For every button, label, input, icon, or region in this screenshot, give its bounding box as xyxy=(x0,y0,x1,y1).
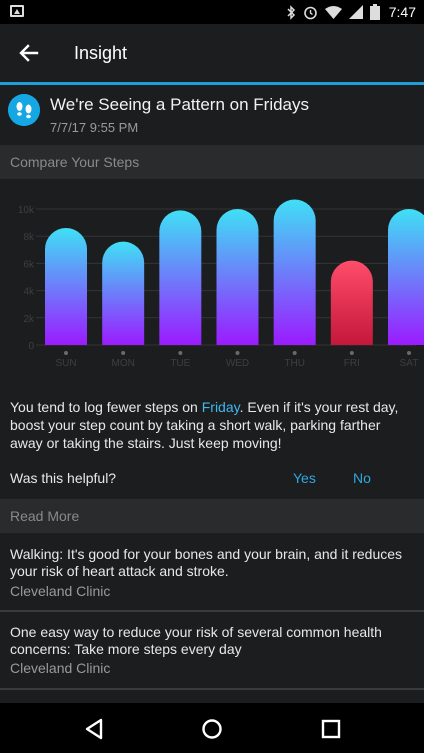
x-tick-dot xyxy=(292,351,297,355)
x-tick-dot xyxy=(178,351,183,355)
helpful-question: Was this helpful? xyxy=(10,470,117,486)
y-tick-label: 2k xyxy=(23,314,35,325)
signal-icon xyxy=(349,5,363,19)
x-tick-dot xyxy=(121,351,126,355)
y-tick-label: 4k xyxy=(23,287,35,298)
article-item[interactable]: One easy way to reduce your risk of seve… xyxy=(0,624,424,688)
nav-home-icon[interactable] xyxy=(197,714,227,744)
x-tick-label-sat: SAT xyxy=(400,358,419,369)
x-tick-label-tue: TUE xyxy=(170,358,190,369)
message-before: You tend to log fewer steps on xyxy=(10,399,202,415)
y-tick-label: 8k xyxy=(23,232,35,243)
bar-mon xyxy=(102,241,145,345)
status-icons xyxy=(286,3,380,21)
page-title: Insight xyxy=(74,43,128,63)
alarm-icon xyxy=(304,6,317,19)
list-divider xyxy=(0,688,424,690)
yes-button[interactable]: Yes xyxy=(293,470,316,486)
insight-title: We're Seeing a Pattern on Fridays xyxy=(50,95,310,114)
insight-header: We're Seeing a Pattern on Fridays 7/7/17… xyxy=(0,85,424,145)
compare-section-label: Compare Your Steps xyxy=(10,154,140,170)
x-tick-dot xyxy=(235,351,240,355)
app-bar: Insight xyxy=(0,24,424,82)
x-tick-label-wed: WED xyxy=(226,358,249,369)
compare-section-header: Compare Your Steps xyxy=(0,145,424,179)
bar-wed xyxy=(216,209,259,345)
article-item[interactable]: Walking: It's good for your bones and yo… xyxy=(0,546,424,610)
y-tick-label: 6k xyxy=(23,259,35,270)
arrow-left-icon[interactable] xyxy=(14,38,44,68)
read-more-section-header: Read More xyxy=(0,499,424,533)
article-text: Walking: It's good for your bones and yo… xyxy=(10,546,403,579)
battery-icon xyxy=(370,4,380,20)
x-tick-dot xyxy=(64,351,68,355)
y-tick-label: 0 xyxy=(28,341,34,352)
footprints-icon xyxy=(8,94,40,126)
x-tick-label-mon: MON xyxy=(111,358,134,369)
insight-date: 7/7/17 9:55 PM xyxy=(50,120,139,135)
bar-tue xyxy=(159,210,202,345)
system-nav-bar xyxy=(0,703,424,753)
status-bar: 7:47 xyxy=(0,0,424,24)
message-highlight-day[interactable]: Friday xyxy=(202,399,240,415)
steps-chart-svg: 0 2k 4k 6k 8k 10k SUN MON TUE WED THU FRI SAT xyxy=(18,199,424,369)
insight-message: You tend to log fewer steps on Friday. E… xyxy=(10,398,414,452)
x-tick-label-sun: SUN xyxy=(55,358,76,369)
no-button[interactable]: No xyxy=(353,470,371,486)
article-source: Cleveland Clinic xyxy=(10,660,111,676)
read-more-label: Read More xyxy=(10,508,80,524)
wifi-icon xyxy=(325,5,342,19)
bar-thu xyxy=(273,199,316,345)
bar-sat xyxy=(388,209,424,345)
list-divider xyxy=(0,610,424,612)
article-text: One easy way to reduce your risk of seve… xyxy=(10,624,382,657)
bar-sun xyxy=(45,228,87,345)
status-time: 7:47 xyxy=(388,4,416,20)
bluetooth-icon xyxy=(287,4,296,20)
nav-recents-icon[interactable] xyxy=(316,714,346,744)
x-tick-label-thu: THU xyxy=(284,358,305,369)
bar-fri xyxy=(330,260,373,345)
steps-chart: 0 2k 4k 6k 8k 10k SUN MON TUE WED THU FRI SAT xyxy=(0,195,424,375)
y-tick-label: 10k xyxy=(18,205,35,216)
x-tick-label-fri: FRI xyxy=(344,358,360,369)
x-tick-dot xyxy=(349,351,354,355)
article-source: Cleveland Clinic xyxy=(10,583,111,599)
image-icon xyxy=(10,5,24,17)
x-tick-dot xyxy=(407,351,411,355)
nav-back-icon[interactable] xyxy=(80,714,110,744)
